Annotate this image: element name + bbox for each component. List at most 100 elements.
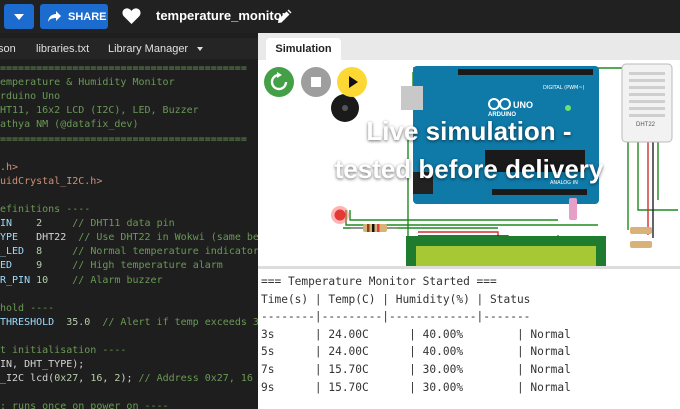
share-arrow-icon bbox=[48, 11, 61, 22]
tab-library-manager[interactable]: Library Manager bbox=[108, 43, 188, 55]
tab-simulation[interactable]: Simulation bbox=[266, 38, 341, 60]
code-token: , bbox=[102, 373, 115, 385]
simulation-tab-bar: Simulation bbox=[258, 33, 680, 60]
code-token: YPE bbox=[0, 232, 19, 244]
code-token: , bbox=[78, 373, 91, 385]
serial-output-line: 7s | 15.70C | 30.00% | Normal bbox=[261, 363, 571, 376]
code-line: _I2C lcd(0x27, 16, 2); // Address 0x27, … bbox=[0, 371, 258, 386]
tabs-menu-caret-icon[interactable] bbox=[197, 47, 203, 51]
play-icon bbox=[349, 76, 358, 88]
code-line: HT11, 16x2 LCD (I2C), LED, Buzzer bbox=[0, 103, 258, 118]
code-line: athya NM (@datafix_dev) bbox=[0, 117, 258, 132]
code-token: THRESHOLD bbox=[0, 316, 55, 328]
stop-simulation-button[interactable] bbox=[301, 67, 331, 97]
code-token: ); bbox=[120, 373, 139, 385]
promo-overlay-text: Live simulation - tested before delivery bbox=[258, 112, 680, 188]
overlay-line-1: Live simulation - bbox=[366, 116, 572, 146]
serial-output-line: === Temperature Monitor Started === bbox=[261, 275, 497, 288]
code-line: R_PIN 10 // Alarm buzzer bbox=[0, 273, 258, 288]
code-token: // Use DHT22 in Wokwi (same beha bbox=[78, 232, 258, 244]
code-line: ========================================… bbox=[0, 61, 258, 76]
save-dropdown-button[interactable] bbox=[4, 4, 34, 29]
serial-output-line: 5s | 24.00C | 40.00% | Normal bbox=[261, 345, 571, 359]
overlay-line-2: tested before delivery bbox=[334, 154, 604, 184]
digital-pins-label: DIGITAL (PWM~) bbox=[543, 85, 585, 91]
restart-icon bbox=[270, 72, 288, 91]
code-token: IN bbox=[0, 218, 13, 230]
led-red[interactable] bbox=[331, 206, 349, 224]
code-line: ED 9 // High temperature alarm bbox=[0, 258, 258, 273]
code-line: ========================================… bbox=[0, 132, 258, 147]
code-line: t initialisation ---- bbox=[0, 343, 258, 358]
code-token: uidCrystal_I2C.h> bbox=[0, 175, 103, 187]
editor-tabs: son libraries.txt Library Manager bbox=[0, 38, 258, 60]
top-bar: SHARE temperature_monitor bbox=[0, 0, 680, 33]
code-line: IN 2 // DHT11 data pin bbox=[0, 216, 258, 231]
serial-monitor[interactable]: === Temperature Monitor Started === Time(… bbox=[258, 266, 680, 409]
code-line: efinitions ---- bbox=[0, 202, 258, 217]
serial-output-line: --------|---------|-------------|------- bbox=[261, 310, 531, 324]
code-editor[interactable]: ========================================… bbox=[0, 60, 258, 409]
edit-pencil-icon[interactable] bbox=[276, 9, 292, 25]
code-line: rduino Uno bbox=[0, 89, 258, 104]
tab-libraries-txt[interactable]: libraries.txt bbox=[36, 43, 89, 55]
code-line: YPE DHT22 // Use DHT22 in Wokwi (same be… bbox=[0, 230, 258, 245]
code-token: DHT22 bbox=[36, 232, 67, 244]
code-token: : runs once on power on ---- bbox=[0, 401, 169, 409]
serial-output-line: 3s | 24.00C | 40.00% | Normal bbox=[261, 327, 571, 341]
code-line: .h> bbox=[0, 160, 258, 175]
code-token: ========================================… bbox=[0, 63, 247, 74]
code-token: ED bbox=[0, 260, 13, 272]
code-token: _LED bbox=[0, 246, 25, 258]
code-token: // Address 0x27, 16 col bbox=[138, 373, 253, 385]
code-token: athya NM (@datafix_dev) bbox=[0, 119, 139, 131]
code-line: THRESHOLD 35.0 // Alert if temp exceeds … bbox=[0, 315, 258, 330]
code-line: hold ---- bbox=[0, 301, 258, 316]
code-token: 10 bbox=[36, 274, 49, 286]
code-token: ========================================… bbox=[0, 133, 247, 145]
code-token: // High temperature alarm bbox=[72, 260, 223, 272]
restart-simulation-button[interactable] bbox=[264, 67, 294, 97]
lcd-display[interactable] bbox=[406, 236, 606, 266]
serial-output-line: 9s | 15.70C | 30.00% | Normal bbox=[261, 380, 571, 394]
code-token: // Alert if temp exceeds 35° bbox=[102, 316, 258, 328]
start-simulation-button[interactable] bbox=[337, 67, 367, 97]
heart-icon[interactable] bbox=[122, 7, 141, 25]
code-token: .h> bbox=[0, 161, 19, 173]
code-line: : runs once on power on ---- bbox=[0, 399, 258, 409]
code-token: _I2C lcd( bbox=[0, 373, 55, 385]
code-token: 35.0 bbox=[66, 316, 91, 328]
code-line: uidCrystal_I2C.h> bbox=[0, 174, 258, 189]
board-model-label: UNO bbox=[513, 100, 533, 110]
stop-icon bbox=[311, 77, 321, 87]
share-label: SHARE bbox=[68, 10, 107, 23]
project-title[interactable]: temperature_monitor bbox=[156, 8, 287, 23]
code-token: hold ---- bbox=[0, 302, 55, 314]
code-token: IN, DHT_TYPE); bbox=[0, 359, 85, 371]
code-line: _LED 8 // Normal temperature indicator bbox=[0, 244, 258, 259]
code-token: // Normal temperature indicator bbox=[72, 246, 258, 258]
code-token: t initialisation ---- bbox=[0, 345, 127, 356]
share-button[interactable]: SHARE bbox=[40, 4, 108, 29]
code-token: emperature & Humidity Monitor bbox=[0, 77, 175, 89]
code-token: 16 bbox=[90, 373, 103, 385]
code-line: IN, DHT_TYPE); bbox=[0, 357, 258, 372]
code-token: 0x27 bbox=[54, 373, 79, 385]
tab-sketch-json[interactable]: son bbox=[0, 43, 16, 55]
